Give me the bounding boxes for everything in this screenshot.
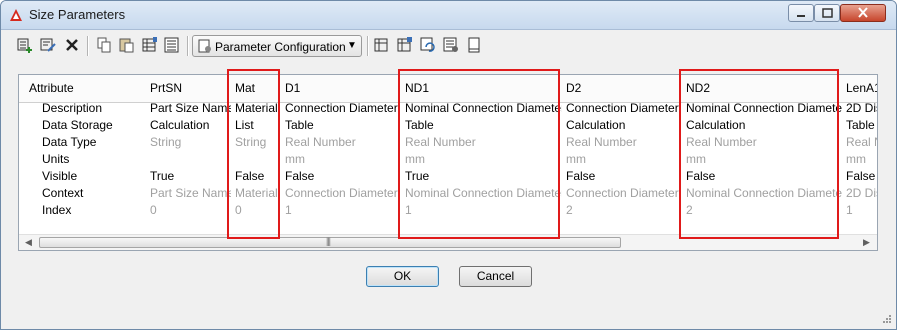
column-header-d1[interactable]: D1 [281,75,401,102]
table-cell[interactable]: mm [281,151,401,168]
table-cell[interactable]: Calculation [562,117,682,134]
settings-icon[interactable] [442,36,460,54]
list-icon[interactable] [163,36,181,54]
table-icon[interactable] [141,36,159,54]
copy-icon[interactable] [95,36,113,54]
table-cell[interactable]: Table [281,117,401,134]
table-cell[interactable]: Real Number [281,134,401,151]
table-cell[interactable]: 0 [146,202,231,219]
parameter-configuration-dropdown[interactable]: Parameter Configuration ▼ [192,35,362,57]
toolbar-separator [367,36,369,56]
highlight-box-nd1 [398,69,560,239]
table-cell[interactable]: 2D Dis [842,100,877,117]
toolbar: Parameter Configuration ▼ [1,30,896,62]
ok-button[interactable]: OK [366,266,439,287]
resize-grip-icon[interactable] [881,313,893,325]
table-cell[interactable]: Connection Diameter [562,185,682,202]
row-attribute-label: Data Type [42,135,97,149]
table-cell[interactable]: Connection Diameter 2 [562,100,682,117]
delete-icon[interactable] [63,36,81,54]
maximize-button[interactable] [814,4,840,22]
table-cell[interactable]: 2 [562,202,682,219]
row-attribute-label: Description [42,101,103,115]
close-button[interactable] [840,4,886,22]
close-icon [858,7,868,18]
table-cell[interactable] [146,151,231,168]
table-cell[interactable]: True [146,168,231,185]
table-cell[interactable]: mm [562,151,682,168]
table-cell[interactable]: Calculation [146,117,231,134]
toolbar-separator [87,36,89,56]
table-cell[interactable]: Part Size Name [146,185,231,202]
row-attribute-label: Index [42,203,72,217]
row-attribute-label: Context [42,186,84,200]
highlight-box-nd2 [679,69,839,239]
column-header-lena1[interactable]: LenA1 [842,75,877,102]
size-parameters-dialog: Size Parameters Parameter Configuration … [0,0,897,330]
column-header-prtsn[interactable]: PrtSN [146,75,231,102]
row-attribute-label: Units [42,152,70,166]
highlight-box-mat [227,69,280,239]
book-icon[interactable] [465,36,483,54]
column-header-attribute[interactable]: Attribute [19,75,146,102]
table-cell[interactable]: Table [842,117,877,134]
row-attribute-label: Data Storage [42,118,113,132]
table-cell[interactable]: 2D Dis [842,185,877,202]
toolbar-separator [187,36,189,56]
table-cell[interactable]: False [281,168,401,185]
minimize-icon [797,15,805,17]
table-cell[interactable]: Real N [842,134,877,151]
parameter-configuration-label: Parameter Configuration [215,40,345,54]
table-cell[interactable]: 1 [842,202,877,219]
minimize-button[interactable] [788,4,814,22]
table-cell[interactable]: Real Number [562,134,682,151]
add-row-icon[interactable] [16,36,34,54]
window-title: Size Parameters [29,7,126,22]
table-cell[interactable]: Connection Diameter [281,185,401,202]
settings-icon [198,39,211,53]
scroll-right-icon[interactable]: ▶ [863,237,870,248]
table-cell[interactable]: String [146,134,231,151]
edit-icon[interactable] [39,36,57,54]
paste-icon[interactable] [118,36,136,54]
grip-icon: ||| [326,236,331,246]
autocad-logo-icon [10,9,22,21]
title-bar[interactable]: Size Parameters [1,1,896,30]
column-header-d2[interactable]: D2 [562,75,682,102]
row-attribute-label: Visible [42,169,78,183]
table-cell[interactable]: 1 [281,202,401,219]
table-cell[interactable]: mm [842,151,877,168]
table-cell[interactable]: Connection Diameter 1 [281,100,401,117]
chevron-down-icon: ▼ [347,40,357,51]
cancel-button[interactable]: Cancel [459,266,532,287]
table-icon[interactable] [373,36,391,54]
calculator-icon[interactable] [396,36,414,54]
table-cell[interactable]: False [842,168,877,185]
table-cell[interactable]: Part Size Name [146,100,231,117]
refresh-icon[interactable] [419,36,437,54]
table-cell[interactable]: False [562,168,682,185]
maximize-icon [822,8,833,18]
scroll-left-icon[interactable]: ◀ [25,237,32,248]
